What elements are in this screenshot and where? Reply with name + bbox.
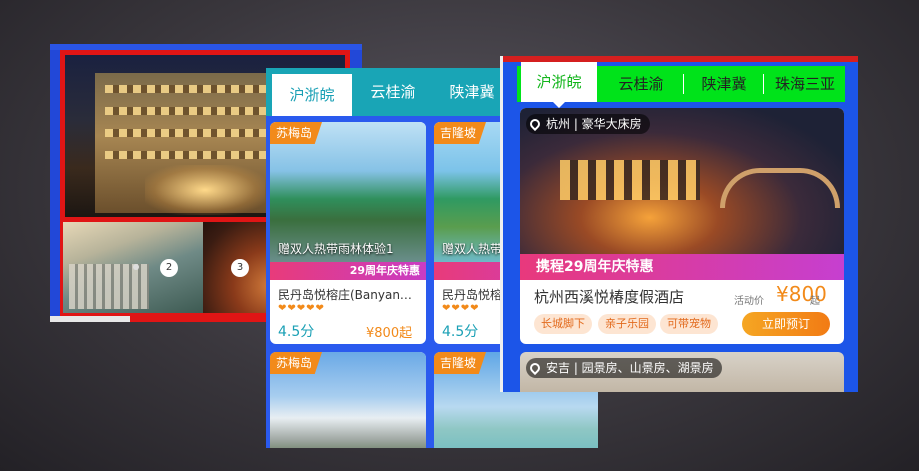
town-shape	[69, 264, 149, 309]
tab-yun-gui-yu[interactable]: 云桂渝	[352, 68, 434, 116]
tab-divider	[763, 74, 764, 94]
bottom-bar	[50, 316, 130, 322]
promo-text: 携程29周年庆特惠	[536, 259, 654, 275]
destination-tag: 吉隆坡	[434, 352, 487, 374]
location-badge: 安吉 | 园景房、山景房、湖景房	[526, 358, 722, 378]
book-now-button[interactable]: 立即预订	[742, 312, 830, 336]
gift-overlay: 赠双人热带	[442, 242, 503, 256]
hotel-price: ¥800起	[366, 326, 413, 341]
hotel-card[interactable]: 安吉 | 园景房、山景房、湖景房	[520, 352, 844, 392]
hotel-name: 杭州西溪悦椿度假酒店	[534, 288, 685, 306]
tab-hu-zhe-wan[interactable]: 沪浙皖	[521, 62, 597, 108]
destination-tag: 苏梅岛	[270, 122, 323, 144]
price-suffix: 起	[810, 296, 820, 307]
hotel-card[interactable]: 苏梅岛 赠双人热带雨林体验1 29周年庆特惠 民丹岛悦榕庄(Banyan… ❤❤…	[270, 122, 426, 344]
hotel-score: 4.5分	[278, 324, 315, 340]
location-pin-icon	[527, 116, 543, 132]
location-text: 杭州 | 豪华大床房	[546, 117, 642, 131]
tab-hu-zhe-wan[interactable]: 沪浙皖	[272, 74, 352, 116]
hotel-score: 4.5分	[442, 324, 479, 340]
heart-icon: ❤❤❤❤❤	[278, 303, 325, 314]
tab-zhuhai-sanya[interactable]: 珠海三亚	[765, 66, 845, 102]
tab-divider	[683, 74, 684, 94]
carousel-indicator[interactable]: 3	[231, 259, 249, 277]
destination-tag: 吉隆坡	[434, 122, 487, 144]
hotel-card[interactable]: 苏梅岛	[270, 352, 426, 448]
feature-tag: 亲子乐园	[598, 314, 656, 334]
location-text: 安吉 | 园景房、山景房、湖景房	[546, 361, 714, 375]
promo-banner: 29周年庆特惠	[270, 262, 426, 280]
promo-text: 29周年庆特惠	[349, 264, 420, 277]
lit-building-shape	[560, 160, 700, 200]
tab-shan-jin-ji[interactable]: 陕津冀	[685, 66, 763, 102]
entrance-glow	[145, 165, 265, 215]
tab-shan-jin-ji[interactable]: 陕津冀	[436, 68, 508, 116]
gift-overlay: 赠双人热带雨林体验1	[278, 242, 394, 256]
featured-hotel-panel: 沪浙皖 云桂渝 陕津冀 珠海三亚 杭州 | 豪华大床房 携程29周年庆特惠 杭州…	[500, 56, 858, 392]
hotel-name: 民丹岛悦榕庄(Banyan…	[278, 288, 412, 302]
carousel-indicator[interactable]: 2	[160, 259, 178, 277]
feature-tag: 可带宠物	[660, 314, 718, 334]
promo-banner: 携程29周年庆特惠	[520, 254, 844, 280]
activity-price-label: 活动价	[734, 296, 764, 307]
bridge-shape	[720, 168, 840, 208]
region-tabs: 沪浙皖 云桂渝 陕津冀 珠海三亚	[517, 62, 845, 108]
feature-tag: 长城脚下	[534, 314, 592, 334]
carousel-dot[interactable]	[133, 264, 139, 270]
tab-yun-gui-yu[interactable]: 云桂渝	[601, 66, 681, 102]
heart-icon: ❤❤❤❤	[442, 303, 480, 314]
location-badge: 杭州 | 豪华大床房	[526, 114, 650, 134]
hotel-name: 民丹岛悦榕	[442, 288, 502, 302]
hotel-card[interactable]: 杭州 | 豪华大床房 携程29周年庆特惠 杭州西溪悦椿度假酒店 活动价 ¥800…	[520, 108, 844, 344]
coastal-resort-photo[interactable]: 2	[63, 222, 203, 313]
location-pin-icon	[527, 360, 543, 376]
destination-tag: 苏梅岛	[270, 352, 323, 374]
